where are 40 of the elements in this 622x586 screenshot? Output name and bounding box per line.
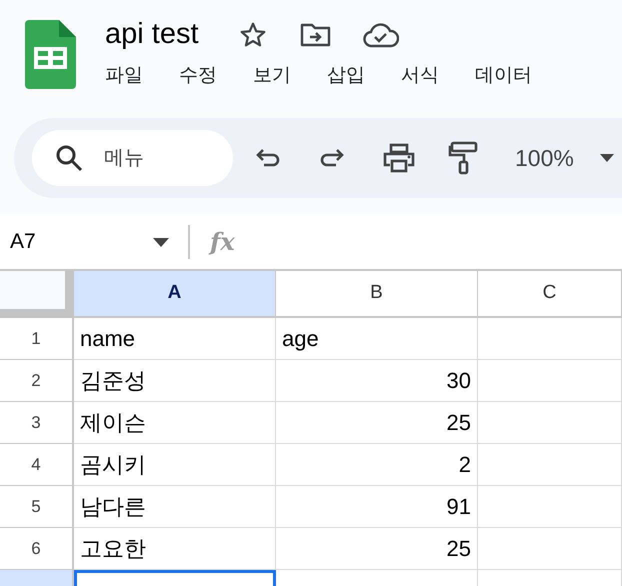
table-cell: 고요한 [74, 528, 276, 570]
menu-item[interactable]: 서식 [401, 62, 439, 90]
table-cell: 30 [276, 360, 478, 402]
row-header[interactable]: 4 [0, 444, 74, 486]
table-cell: 2 [276, 444, 478, 486]
table-cell: age [276, 318, 478, 360]
formula-label: fx [210, 226, 235, 258]
paint-roller-icon[interactable] [448, 141, 478, 175]
dropdown-caret-icon[interactable] [600, 154, 614, 162]
row-header[interactable]: 2 [0, 360, 74, 402]
table-cell: 제이슨 [74, 402, 276, 444]
cloud-check-icon[interactable] [362, 22, 398, 48]
column-header[interactable]: B [276, 271, 478, 318]
search-icon [54, 143, 84, 173]
zoom-level-dropdown[interactable]: 100% [515, 140, 574, 176]
spreadsheet-logo-icon[interactable] [25, 20, 76, 89]
name-box[interactable]: A7 [10, 226, 153, 258]
row-header[interactable]: 1 [0, 318, 74, 360]
move-folder-icon[interactable] [300, 22, 332, 48]
dropdown-caret-icon[interactable] [153, 238, 169, 246]
table-cell: 곰시키 [74, 444, 276, 486]
table-cell: name [74, 318, 276, 360]
menu-item[interactable]: 수정 [179, 62, 217, 90]
row-header[interactable]: 6 [0, 528, 74, 570]
menu-item[interactable]: 데이터 [475, 62, 532, 90]
menu-item[interactable]: 보기 [253, 62, 291, 90]
menu-search-field[interactable]: 메뉴 [32, 130, 233, 186]
table-cell: 25 [276, 528, 478, 570]
menu-item[interactable]: 삽입 [327, 62, 365, 90]
print-icon[interactable] [383, 143, 415, 173]
table-cell: 남다른 [74, 486, 276, 528]
column-header[interactable]: A [74, 271, 276, 318]
table-cell: 김준성 [74, 360, 276, 402]
document-title[interactable]: api test [105, 13, 198, 57]
column-header[interactable]: C [478, 271, 622, 318]
table-cell: 25 [276, 402, 478, 444]
row-header[interactable]: 5 [0, 486, 74, 528]
row-header[interactable]: 3 [0, 402, 74, 444]
table-cell: 91 [276, 486, 478, 528]
menu-item[interactable]: 파일 [105, 62, 143, 90]
